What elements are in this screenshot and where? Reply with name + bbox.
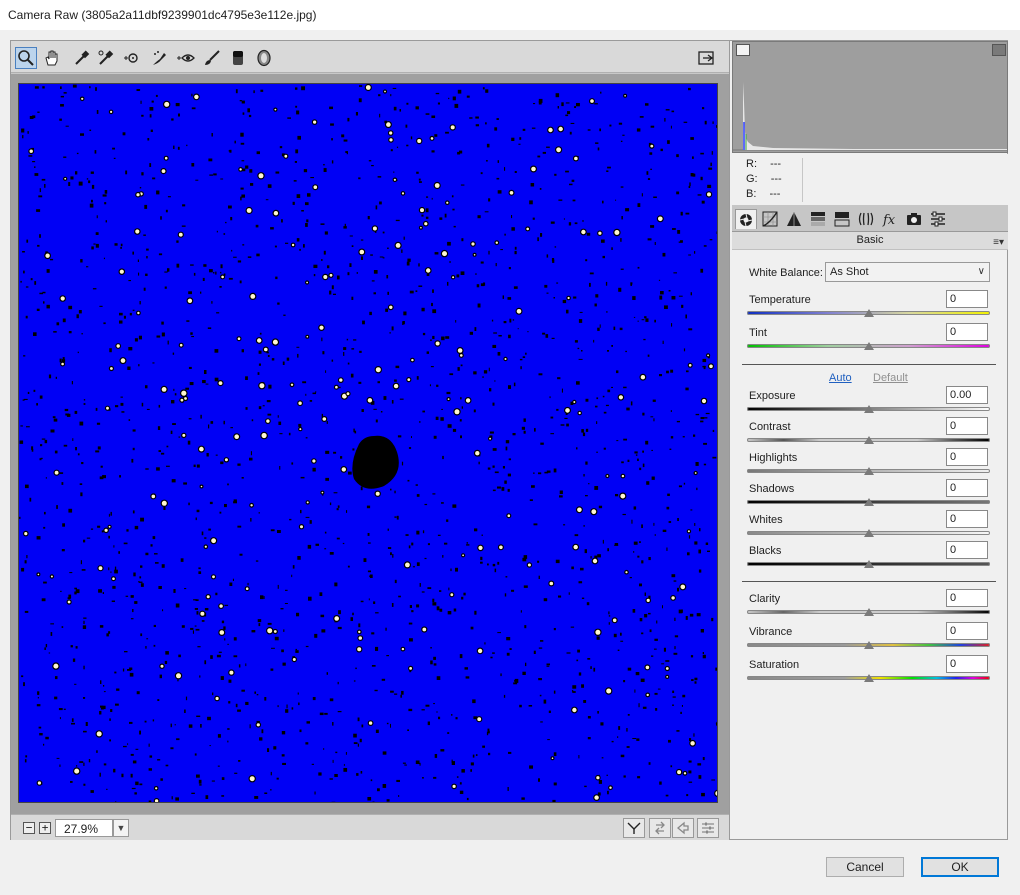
shadows-value-field[interactable]: 0 [946, 479, 988, 497]
rgb-readout: R: --- G: --- B: --- [732, 154, 1008, 206]
clarity-label: Clarity [749, 593, 781, 605]
white-balance-tool-icon[interactable] [71, 47, 93, 69]
temperature-value-field[interactable]: 0 [946, 290, 988, 308]
camera-raw-dialog: − + 27.9% ▼ R: --- G: --- B: --- fx Basi… [10, 40, 1008, 840]
temperature-slider-thumb[interactable] [863, 309, 874, 317]
vibrance-label: Vibrance [749, 626, 793, 638]
zoom-out-button[interactable]: − [23, 822, 35, 834]
tool-bar [11, 41, 729, 73]
red-eye-removal-tool-icon[interactable] [175, 47, 197, 69]
radial-filter-icon[interactable] [253, 47, 275, 69]
tint-value-field[interactable]: 0 [946, 323, 988, 341]
white-balance-value: As Shot [830, 266, 869, 278]
saturation-slider-thumb[interactable] [863, 674, 874, 682]
panel-menu-icon[interactable]: ≡▾ [993, 234, 1004, 251]
split-toning-tab-icon[interactable] [831, 209, 853, 229]
section-divider [742, 581, 996, 582]
tint-label: Tint [749, 327, 767, 339]
zoom-in-button[interactable]: + [39, 822, 51, 834]
blacks-value-field[interactable]: 0 [946, 541, 988, 559]
highlights-value-field[interactable]: 0 [946, 448, 988, 466]
exposure-value-field[interactable]: 0.00 [946, 386, 988, 404]
b-value: --- [769, 188, 781, 200]
highlights-slider-thumb[interactable] [863, 467, 874, 475]
contrast-value-field[interactable]: 0 [946, 417, 988, 435]
b-label: B: [746, 188, 757, 200]
exposure-slider-thumb[interactable] [863, 405, 874, 413]
shadows-slider-thumb[interactable] [863, 498, 874, 506]
exposure-label: Exposure [749, 390, 796, 402]
section-divider [742, 364, 996, 365]
ok-button[interactable]: OK [921, 857, 999, 877]
spot-removal-tool-icon[interactable] [149, 47, 171, 69]
lens-corrections-tab-icon[interactable] [855, 209, 877, 229]
detail-tab-icon[interactable] [783, 209, 805, 229]
whites-label: Whites [749, 514, 783, 526]
g-label: G: [746, 173, 758, 185]
saturation-label: Saturation [749, 659, 800, 671]
highlights-label: Highlights [749, 452, 798, 464]
copy-settings-icon[interactable] [672, 818, 694, 838]
hsl-tab-icon[interactable] [807, 209, 829, 229]
whites-slider-thumb[interactable] [863, 529, 874, 537]
tone-curve-tab-icon[interactable] [759, 209, 781, 229]
white-balance-label: White Balance: [749, 267, 823, 279]
blacks-slider-thumb[interactable] [863, 560, 874, 568]
cancel-button[interactable]: Cancel [826, 857, 904, 877]
presets-tab-icon[interactable] [927, 209, 949, 229]
effects-tab-icon[interactable]: fx [879, 209, 901, 229]
targeted-adjustment-tool-icon[interactable] [121, 47, 143, 69]
toggle-fullscreen-icon[interactable] [695, 47, 717, 69]
basic-tab-icon[interactable] [735, 209, 757, 229]
zoom-bar: − + 27.9% ▼ [11, 814, 729, 840]
zoom-tool-icon[interactable] [15, 47, 37, 69]
adjustments-panel: R: --- G: --- B: --- fx Basic ≡▾ White B… [729, 41, 1008, 839]
clarity-value-field[interactable]: 0 [946, 589, 988, 607]
image-preview[interactable] [18, 83, 718, 803]
shadows-label: Shadows [749, 483, 795, 495]
panel-title: Basic ≡▾ [732, 232, 1008, 250]
preview-area [11, 74, 729, 814]
white-balance-select[interactable]: As Shot ∨ [825, 262, 990, 282]
tint-slider-thumb[interactable] [863, 342, 874, 350]
r-value: --- [770, 158, 782, 170]
panel-title-text: Basic [856, 234, 884, 246]
before-after-toggle-icon[interactable] [623, 818, 645, 838]
vibrance-slider-thumb[interactable] [863, 641, 874, 649]
histogram-graph [733, 82, 1007, 151]
hand-tool-icon[interactable] [41, 47, 63, 69]
clarity-slider-thumb[interactable] [863, 608, 874, 616]
auto-link[interactable]: Auto [829, 372, 852, 384]
contrast-slider-thumb[interactable] [863, 436, 874, 444]
r-label: R: [746, 158, 757, 170]
zoom-level-field[interactable]: 27.9% [55, 819, 113, 837]
saturation-value-field[interactable]: 0 [946, 655, 988, 673]
panel-tabs: fx [732, 206, 1008, 232]
vibrance-value-field[interactable]: 0 [946, 622, 988, 640]
whites-value-field[interactable]: 0 [946, 510, 988, 528]
window-title: Camera Raw (3805a2a11dbf9239901dc4795e3e… [8, 8, 317, 22]
contrast-label: Contrast [749, 421, 791, 433]
swap-settings-icon[interactable] [649, 818, 671, 838]
clipping-preview-image [19, 84, 717, 802]
chevron-down-icon: ∨ [977, 266, 985, 277]
title-bar: Camera Raw (3805a2a11dbf9239901dc4795e3e… [0, 0, 1020, 30]
histogram [732, 41, 1008, 153]
color-sampler-tool-icon[interactable] [95, 47, 117, 69]
blacks-label: Blacks [749, 545, 782, 557]
g-value: --- [770, 173, 782, 185]
readout-divider [802, 158, 803, 202]
zoom-dropdown-chevron-icon[interactable]: ▼ [113, 819, 129, 837]
preview-preferences-icon[interactable] [697, 818, 719, 838]
temperature-label: Temperature [749, 294, 811, 306]
default-link[interactable]: Default [873, 372, 908, 384]
svg-text:fx: fx [882, 213, 896, 227]
graduated-filter-icon[interactable] [227, 47, 249, 69]
camera-calibration-tab-icon[interactable] [903, 209, 925, 229]
adjustment-brush-icon[interactable] [201, 47, 223, 69]
